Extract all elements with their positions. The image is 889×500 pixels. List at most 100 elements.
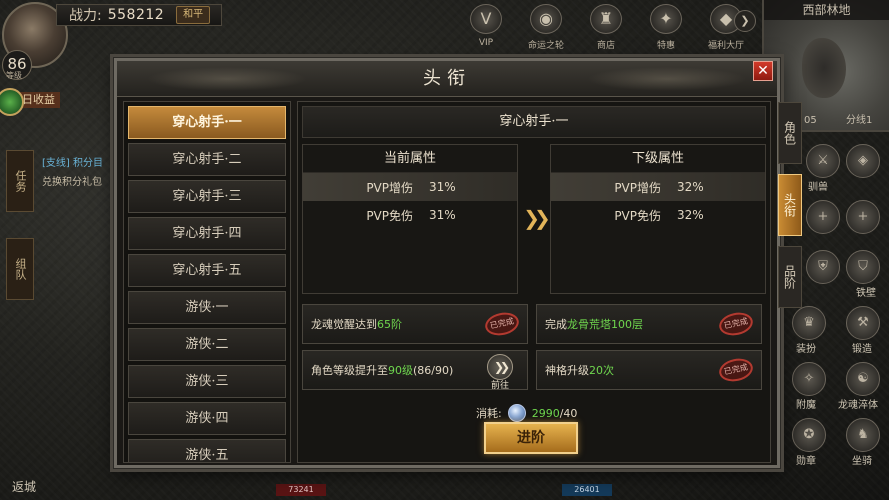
condition-text: 龙魂觉醒达到 xyxy=(311,318,377,331)
wheel-of-fate-label: 命运之轮 xyxy=(527,41,564,51)
completed-stamp: 已完成 xyxy=(483,309,521,339)
title-item[interactable]: 游侠·三 xyxy=(128,365,286,398)
skill-label-forge: 锻造 xyxy=(852,344,872,355)
tab-character[interactable]: 角色 xyxy=(778,102,802,164)
combat-power-bar: 战力: 558212 和平 xyxy=(56,4,222,26)
title-item[interactable]: 游侠·四 xyxy=(128,402,286,435)
condition-dragon-tower: 完成 龙骨荒塔100层 已完成 xyxy=(536,304,762,344)
title-item[interactable]: 穿心射手·二 xyxy=(128,143,286,176)
mp-bar: 26401 xyxy=(562,484,612,496)
skill-dragon-icon[interactable]: ☯ xyxy=(846,362,880,396)
next-level-arrow-icon: ❯❯ xyxy=(523,206,551,230)
title-item[interactable]: 穿心射手·三 xyxy=(128,180,286,213)
title-item[interactable]: 穿心射手·四 xyxy=(128,217,286,250)
title-item[interactable]: 游侠·一 xyxy=(128,291,286,324)
condition-highlight: 65阶 xyxy=(377,318,402,331)
vip-button[interactable]: V VIP xyxy=(462,4,510,52)
combat-power-label: 战力: xyxy=(69,8,102,24)
add-skill-icon-2[interactable]: + xyxy=(846,200,880,234)
condition-text: 角色等级提升至 xyxy=(311,364,388,377)
attribute-name: PVP增伤 xyxy=(366,180,413,195)
attribute-row: PVP免伤 32% xyxy=(551,201,765,229)
modal-header: 头衔 ✕ xyxy=(117,61,777,97)
vip-label: VIP xyxy=(478,38,494,48)
skill-medal-icon[interactable]: ✪ xyxy=(792,418,826,452)
current-attributes-header: 当前属性 xyxy=(303,145,517,173)
shop-button[interactable]: ♜ 商店 xyxy=(582,4,630,52)
title-item[interactable]: 穿心射手·一 xyxy=(128,106,286,139)
skill-sword-icon[interactable]: ⚔ xyxy=(806,144,840,178)
quest-tracker-line-2[interactable]: 兑换积分礼包 xyxy=(42,173,102,188)
condition-text: 神格升级 xyxy=(545,364,589,377)
gift-icon: ✦ xyxy=(650,4,682,34)
skill-label-mount: 坐骑 xyxy=(852,456,872,467)
skill-slot-icon[interactable]: ◈ xyxy=(846,144,880,178)
minimap-terrain xyxy=(802,38,846,98)
condition-text: 完成 xyxy=(545,318,567,331)
title-list[interactable]: 穿心射手·一 穿心射手·二 穿心射手·三 穿心射手·四 穿心射手·五 游侠·一 … xyxy=(123,101,291,463)
quest-tracker-line[interactable]: [支线] 积分目 xyxy=(42,154,103,169)
title-item[interactable]: 游侠·五 xyxy=(128,439,286,462)
skill-label-enchant: 附魔 xyxy=(796,400,816,411)
combat-power-value: 558212 xyxy=(107,7,165,23)
go-button[interactable]: ❯❯ 前往 xyxy=(485,354,515,391)
tab-title[interactable]: 头衔 xyxy=(778,174,802,236)
gem-icon xyxy=(507,404,526,422)
cost-have: 2990 xyxy=(531,406,560,420)
condition-dragon-soul: 龙魂觉醒达到 65阶 已完成 xyxy=(302,304,528,344)
skill-label-medal: 勋章 xyxy=(796,456,816,467)
tab-team[interactable]: 组队 xyxy=(6,238,34,300)
hp-bar: 73241 xyxy=(276,484,326,496)
modal-side-tabs: 角色 头衔 品阶 xyxy=(778,102,802,318)
left-side-tabs: 任务 组队 xyxy=(6,150,36,326)
attribute-value: 32% xyxy=(677,208,704,222)
condition-character-level: 角色等级提升至 90级 (86/90) ❯❯ 前往 xyxy=(302,350,528,391)
minimap-coord: 05 xyxy=(804,115,817,126)
vip-icon: V xyxy=(470,4,502,34)
advance-button[interactable]: 进阶 xyxy=(484,422,578,454)
cost-row: 消耗: 2990/40 xyxy=(476,404,577,422)
skill-label-ironwall: 铁壁 xyxy=(856,288,876,299)
peace-mode-button[interactable]: 和平 xyxy=(176,6,211,24)
title-item[interactable]: 游侠·二 xyxy=(128,328,286,361)
player-level-label: 等级 xyxy=(6,71,22,80)
selected-title-heading: 穿心射手·一 xyxy=(302,106,766,138)
minimap-title: 西部林地 xyxy=(764,0,889,20)
skill-enchant-icon[interactable]: ✧ xyxy=(792,362,826,396)
go-arrow-icon: ❯❯ xyxy=(487,354,513,380)
current-attributes-box: 当前属性 PVP增伤 31% PVP免伤 31% xyxy=(302,144,518,294)
close-button[interactable]: ✕ xyxy=(753,61,773,81)
attribute-row: PVP增伤 32% xyxy=(551,173,765,201)
tab-rank[interactable]: 品阶 xyxy=(778,246,802,308)
attribute-name: PVP免伤 xyxy=(366,208,413,223)
completed-stamp: 已完成 xyxy=(717,309,755,339)
wheel-of-fate-button[interactable]: ◉ 命运之轮 xyxy=(522,4,570,52)
skill-label-dragon: 龙魂淬体 xyxy=(838,400,878,411)
skill-mount-icon[interactable]: ♞ xyxy=(846,418,880,452)
top-menu-icons: V VIP ◉ 命运之轮 ♜ 商店 ✦ 特惠 ◆ 福利大厅 xyxy=(462,4,750,52)
expand-menu-arrow-icon[interactable]: ❯ xyxy=(734,10,756,32)
minimap-line[interactable]: 分线1 xyxy=(846,111,872,126)
skill-label-outfit: 装扮 xyxy=(796,344,816,355)
wheel-icon: ◉ xyxy=(530,4,562,34)
shop-icon: ♜ xyxy=(590,4,622,34)
skill-armor-icon[interactable]: ⛨ xyxy=(806,250,840,284)
shop-label: 商店 xyxy=(596,41,615,51)
go-label: 前往 xyxy=(490,381,509,391)
condition-highlight: 20次 xyxy=(589,364,614,377)
special-offer-button[interactable]: ✦ 特惠 xyxy=(642,4,690,52)
title-detail-panel: 穿心射手·一 当前属性 PVP增伤 31% PVP免伤 31% ❯❯ 下级属性 … xyxy=(297,101,771,463)
return-city-label[interactable]: 返城 xyxy=(12,478,36,495)
next-attributes-box: 下级属性 PVP增伤 32% PVP免伤 32% xyxy=(550,144,766,294)
skill-forge-icon[interactable]: ⚒ xyxy=(846,306,880,340)
add-skill-icon[interactable]: + xyxy=(806,200,840,234)
title-item[interactable]: 穿心射手·五 xyxy=(128,254,286,287)
attribute-value: 32% xyxy=(677,180,704,194)
condition-highlight: 90级 xyxy=(388,364,413,377)
modal-title: 头衔 xyxy=(423,68,471,89)
skill-wall-icon[interactable]: ⛉ xyxy=(846,250,880,284)
attribute-row: PVP增伤 31% xyxy=(303,173,517,201)
tab-quest[interactable]: 任务 xyxy=(6,150,34,212)
attribute-value: 31% xyxy=(429,180,456,194)
attribute-row: PVP免伤 31% xyxy=(303,201,517,229)
